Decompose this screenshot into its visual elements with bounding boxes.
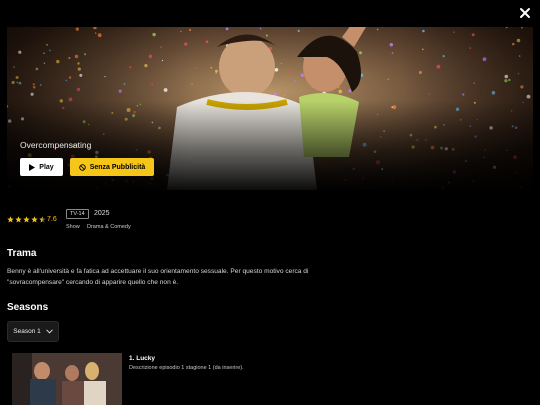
season-selected-label: Season 1 <box>13 328 41 335</box>
play-icon <box>29 163 36 171</box>
star-rating <box>7 216 46 223</box>
close-icon <box>520 8 530 18</box>
genre-label: Drama & Comedy <box>87 224 131 230</box>
star-icon <box>7 216 14 223</box>
star-icon <box>39 216 46 223</box>
star-icon <box>23 216 30 223</box>
show-title: Overcompensating <box>20 140 92 150</box>
hero-banner: Overcompensating Play Senza Pubblicità <box>7 27 533 190</box>
star-icon <box>15 216 22 223</box>
plot-text: Benny è all'università e fa fatica ad ac… <box>7 268 309 286</box>
close-button[interactable] <box>519 7 531 19</box>
play-button[interactable]: Play <box>20 158 63 176</box>
chevron-down-icon <box>45 329 53 334</box>
season-selector[interactable]: Season 1 <box>7 321 59 342</box>
seasons-heading: Seasons <box>7 302 49 313</box>
episode-item[interactable]: 1. Lucky Descrizione episodio 1 stagione… <box>12 353 532 405</box>
rating-value: 7.6 <box>47 216 57 223</box>
type-label: Show <box>66 224 80 230</box>
episode-description: Descrizione episodio 1 stagione 1 (da in… <box>129 365 244 371</box>
ad-free-button-label: Senza Pubblicità <box>89 163 146 171</box>
no-ads-icon <box>78 163 86 171</box>
release-year: 2025 <box>94 210 110 217</box>
plot-heading: Trama <box>7 248 37 259</box>
modal-top-bar <box>0 0 540 27</box>
tv-rating-badge: TV-14 <box>66 209 89 219</box>
ad-free-button[interactable]: Senza Pubblicità <box>70 158 154 176</box>
show-meta: 7.6 TV-14 2025 Show Drama & Comedy <box>7 208 527 238</box>
episode-title: 1. Lucky <box>129 355 156 362</box>
play-button-label: Play <box>39 163 54 171</box>
star-icon <box>31 216 38 223</box>
episode-thumbnail <box>12 353 122 405</box>
